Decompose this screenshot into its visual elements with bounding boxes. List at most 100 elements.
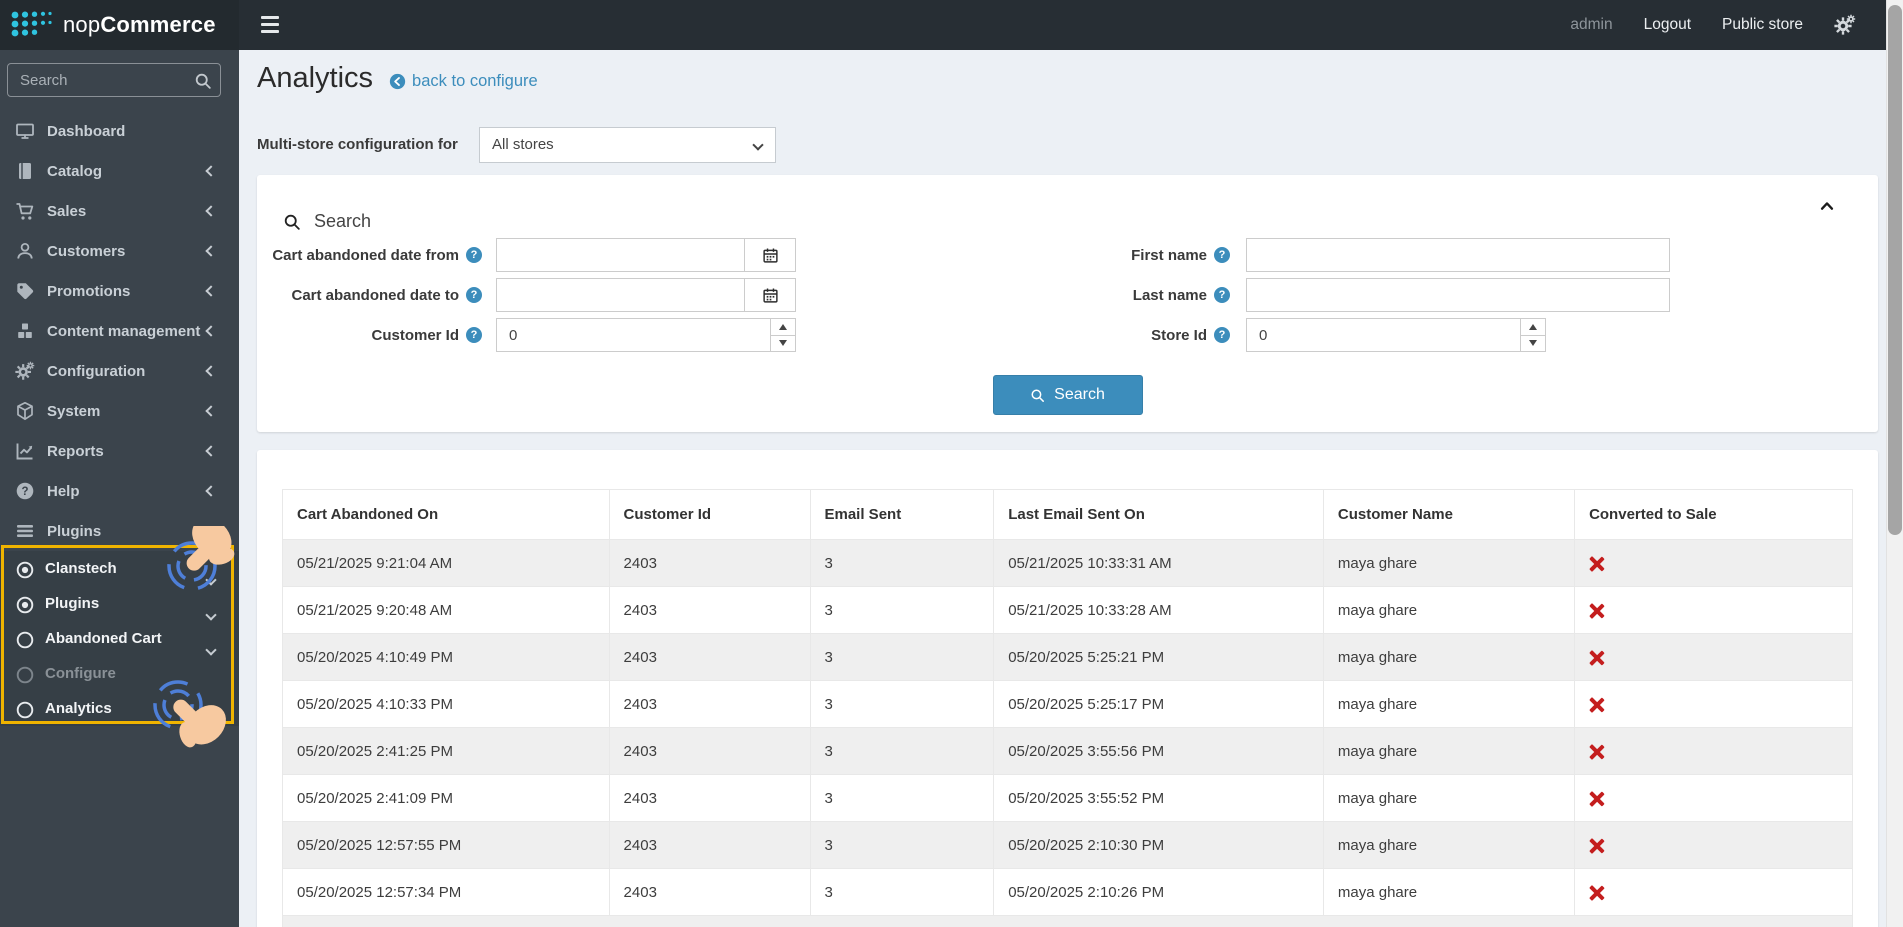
- dotcircle-icon: [15, 560, 33, 578]
- table-cell: 05/21/2025 10:33:31 AM: [994, 540, 1324, 587]
- customer-id-input[interactable]: [497, 319, 795, 351]
- customer-id-group: [496, 318, 796, 352]
- chevron-left-icon: [205, 405, 216, 416]
- collapse-chevron-up-icon[interactable]: [1818, 197, 1836, 215]
- table-cell: 05/20/2025 3:55:52 PM: [994, 775, 1324, 822]
- table-cell: maya ghare: [1323, 728, 1574, 775]
- help-icon[interactable]: ?: [466, 287, 482, 303]
- public-store-link[interactable]: Public store: [1722, 16, 1803, 34]
- table-row: 05/20/2025 12:57:34 PM2403305/20/2025 2:…: [283, 869, 1853, 916]
- tag-icon: [15, 281, 35, 301]
- last-name-input[interactable]: [1246, 278, 1670, 312]
- monitor-icon: [15, 121, 35, 141]
- search-icon: [1030, 388, 1045, 403]
- sidebar-item-promotions[interactable]: Promotions: [0, 271, 239, 311]
- sidebar: DashboardCatalog Sales CustomersPromotions…: [0, 50, 239, 927]
- table-cell: 05/20/2025 3:55:56 PM: [994, 728, 1324, 775]
- sidebar-item-configure[interactable]: Configure: [0, 656, 239, 691]
- help-icon[interactable]: ?: [1214, 247, 1230, 263]
- spinner-down-icon[interactable]: [771, 336, 795, 352]
- sidebar-item-reports[interactable]: Reports: [0, 431, 239, 471]
- date-to-input[interactable]: [496, 278, 744, 312]
- search-icon: [194, 72, 212, 90]
- help-icon[interactable]: ?: [466, 327, 482, 343]
- column-header-cart-abandoned-on: Cart Abandoned On: [283, 490, 610, 540]
- logout-link[interactable]: Logout: [1644, 16, 1691, 34]
- nopcommerce-dots-logo: [10, 10, 54, 40]
- user-icon: [15, 241, 35, 261]
- spinner-down-icon[interactable]: [1521, 336, 1545, 352]
- table-cell: maya ghare: [1323, 540, 1574, 587]
- sidebar-item-plugins[interactable]: Plugins: [0, 586, 239, 621]
- help-icon[interactable]: ?: [1214, 327, 1230, 343]
- sidebar-item-abandoned-cart[interactable]: Abandoned Cart: [0, 621, 239, 656]
- spinner-up-icon[interactable]: [771, 319, 795, 336]
- sidebar-item-customers[interactable]: Customers: [0, 231, 239, 271]
- table-cell: 3: [810, 869, 994, 916]
- date-from-input[interactable]: [496, 238, 744, 272]
- sidebar-item-label: Abandoned Cart: [45, 630, 162, 647]
- main-content: Analytics back to configure Multi-store …: [239, 50, 1886, 927]
- chevron-left-icon: [205, 205, 216, 216]
- sidebar-item-catalog[interactable]: Catalog: [0, 151, 239, 191]
- sidebar-item-dashboard[interactable]: Dashboard: [0, 111, 239, 151]
- table-row: 05/20/2025 4:10:49 PM2403305/20/2025 5:2…: [283, 634, 1853, 681]
- scrollbar-thumb[interactable]: [1888, 5, 1902, 535]
- calendar-icon[interactable]: [744, 238, 796, 272]
- store-select[interactable]: All stores: [479, 127, 776, 163]
- sidebar-item-sales[interactable]: Sales: [0, 191, 239, 231]
- sidebar-item-label: Configuration: [47, 363, 145, 380]
- table-cell: 2403: [609, 728, 810, 775]
- brand-logo[interactable]: nopCommerce: [0, 0, 239, 50]
- first-name-input[interactable]: [1246, 238, 1670, 272]
- sidebar-search-input[interactable]: [8, 64, 220, 96]
- converted-to-sale-cell: [1575, 869, 1853, 916]
- sidebar-item-help[interactable]: ?Help: [0, 471, 239, 511]
- table-cell: 05/21/2025 9:20:48 AM: [283, 587, 610, 634]
- table-cell: maya ghare: [1323, 822, 1574, 869]
- settings-gear-icon[interactable]: [1834, 14, 1856, 36]
- table-cell: maya ghare: [1323, 869, 1574, 916]
- chevron-left-icon: [205, 285, 216, 296]
- book-icon: [15, 161, 35, 181]
- table-cell: maya ghare: [1323, 587, 1574, 634]
- table-cell: 05/20/2025 5:25:17 PM: [994, 681, 1324, 728]
- table-cell: 3: [810, 681, 994, 728]
- table-row: 05/20/2025 12:57:55 PM2403305/20/2025 2:…: [283, 822, 1853, 869]
- sidebar-item-configuration[interactable]: Configuration: [0, 351, 239, 391]
- sidebar-item-content-management[interactable]: Content management: [0, 311, 239, 351]
- store-id-label: Store Id?: [935, 327, 1230, 344]
- chevron-down-icon: [752, 139, 763, 150]
- table-cell: 3: [810, 587, 994, 634]
- converted-to-sale-cell: [1575, 775, 1853, 822]
- sidebar-item-label: Sales: [47, 203, 86, 220]
- sidebar-item-clanstech[interactable]: Clanstech: [0, 551, 239, 586]
- table-cell: 05/20/2025 5:25:21 PM: [994, 634, 1324, 681]
- sidebar-item-system[interactable]: System: [0, 391, 239, 431]
- sidebar-item-plugins[interactable]: Plugins: [0, 511, 239, 551]
- table-header-row: Cart Abandoned OnCustomer IdEmail SentLa…: [283, 490, 1853, 540]
- not-converted-x-icon: [1589, 650, 1605, 666]
- help-icon[interactable]: ?: [466, 247, 482, 263]
- sidebar-item-label: Configure: [45, 665, 116, 682]
- spinner-up-icon[interactable]: [1521, 319, 1545, 336]
- current-user-label[interactable]: admin: [1570, 16, 1612, 34]
- store-id-input[interactable]: [1247, 319, 1545, 351]
- table-cell: 2403: [609, 587, 810, 634]
- not-converted-x-icon: [1589, 603, 1605, 619]
- brand-text: nopCommerce: [63, 12, 216, 38]
- dotcircle-icon: [15, 595, 33, 613]
- table-cell: 05/21/2025 10:33:28 AM: [994, 587, 1324, 634]
- sidebar-item-label: Reports: [47, 443, 104, 460]
- search-button[interactable]: Search: [993, 375, 1143, 415]
- cart-icon: [15, 201, 35, 221]
- sidebar-item-label: Help: [47, 483, 80, 500]
- back-to-configure-link[interactable]: back to configure: [389, 72, 538, 91]
- calendar-icon[interactable]: [744, 278, 796, 312]
- sidebar-item-analytics[interactable]: Analytics: [0, 691, 239, 726]
- sidebar-toggle-icon[interactable]: [261, 16, 279, 33]
- converted-to-sale-cell: [1575, 681, 1853, 728]
- chevron-down-icon: [205, 609, 216, 620]
- help-icon[interactable]: ?: [1214, 287, 1230, 303]
- store-id-group: [1246, 318, 1546, 352]
